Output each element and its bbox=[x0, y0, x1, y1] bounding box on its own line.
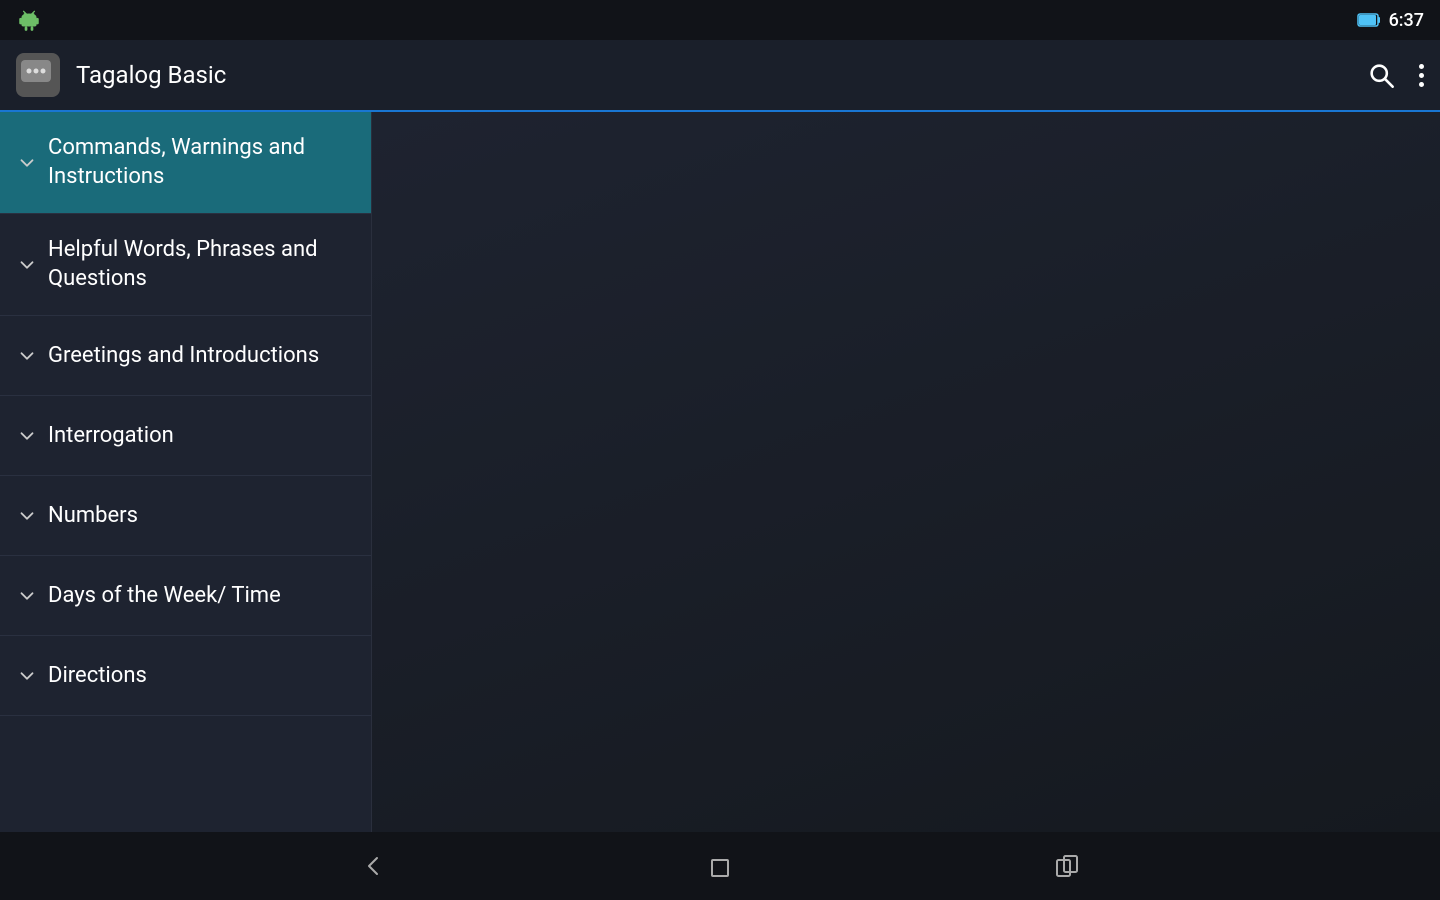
android-icon bbox=[16, 7, 42, 33]
main-content: Commands, Warnings and Instructions Help… bbox=[0, 112, 1440, 832]
sidebar-item-label: Numbers bbox=[48, 502, 138, 531]
status-bar-left bbox=[16, 7, 42, 33]
dot2 bbox=[1419, 73, 1424, 78]
right-content-area bbox=[372, 112, 1440, 832]
sidebar-item-days[interactable]: Days of the Week/ Time bbox=[0, 556, 371, 636]
sidebar-item-label: Greetings and Introductions bbox=[48, 342, 319, 371]
sidebar: Commands, Warnings and Instructions Help… bbox=[0, 112, 372, 832]
dot3 bbox=[1419, 82, 1424, 87]
status-bar-right: 6:37 bbox=[1357, 10, 1424, 31]
app-logo bbox=[16, 53, 60, 97]
chevron-down-icon bbox=[16, 425, 48, 447]
back-button[interactable] bbox=[357, 850, 389, 882]
chevron-down-icon bbox=[16, 505, 48, 527]
search-button[interactable] bbox=[1367, 61, 1395, 89]
chevron-down-icon bbox=[16, 585, 48, 607]
sidebar-item-label: Days of the Week/ Time bbox=[48, 582, 281, 611]
home-button[interactable] bbox=[704, 850, 736, 882]
app-bar-actions bbox=[1367, 61, 1424, 89]
chevron-down-icon bbox=[16, 254, 48, 276]
sidebar-item-greetings[interactable]: Greetings and Introductions bbox=[0, 316, 371, 396]
time-display: 6:37 bbox=[1389, 10, 1424, 31]
chevron-down-icon bbox=[16, 665, 48, 687]
app-bar: Tagalog Basic bbox=[0, 40, 1440, 112]
app-title: Tagalog Basic bbox=[76, 61, 1351, 89]
status-bar: 6:37 bbox=[0, 0, 1440, 40]
sidebar-item-numbers[interactable]: Numbers bbox=[0, 476, 371, 556]
sidebar-item-label: Commands, Warnings and Instructions bbox=[48, 134, 351, 191]
dot1 bbox=[1419, 64, 1424, 69]
bottom-nav-bar bbox=[0, 832, 1440, 900]
recent-apps-button[interactable] bbox=[1051, 850, 1083, 882]
sidebar-item-label: Interrogation bbox=[48, 422, 174, 451]
sidebar-item-label: Helpful Words, Phrases and Questions bbox=[48, 236, 351, 293]
chat-icon bbox=[19, 56, 57, 94]
sidebar-item-directions[interactable]: Directions bbox=[0, 636, 371, 716]
sidebar-item-helpful[interactable]: Helpful Words, Phrases and Questions bbox=[0, 214, 371, 316]
chevron-down-icon bbox=[16, 345, 48, 367]
chevron-down-icon bbox=[16, 152, 48, 174]
sidebar-item-label: Directions bbox=[48, 662, 147, 691]
sidebar-item-commands[interactable]: Commands, Warnings and Instructions bbox=[0, 112, 371, 214]
more-options-button[interactable] bbox=[1419, 64, 1424, 87]
battery-icon bbox=[1357, 12, 1381, 28]
sidebar-item-interrogation[interactable]: Interrogation bbox=[0, 396, 371, 476]
